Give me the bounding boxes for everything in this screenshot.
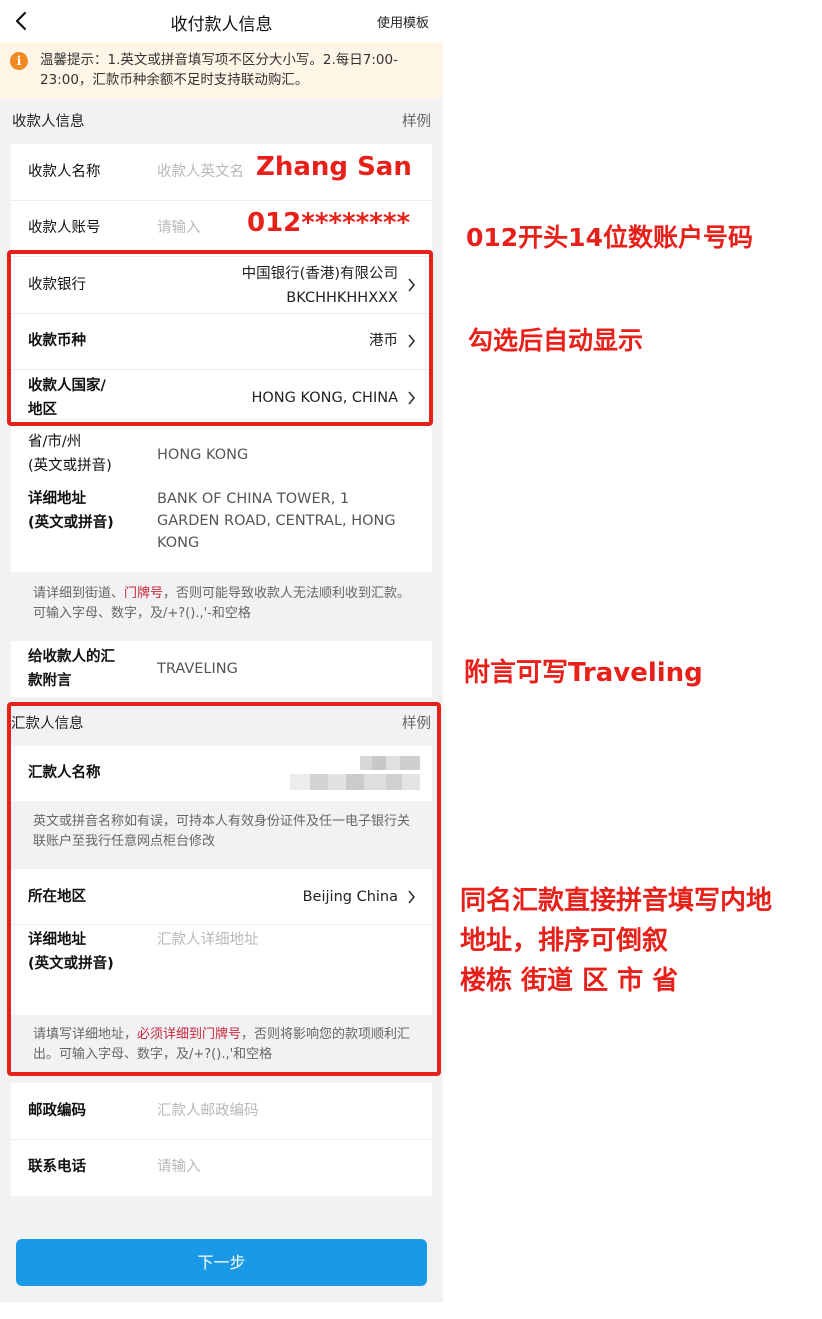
annotation-box-remitter bbox=[7, 702, 441, 1076]
hint-highlight: 门牌号 bbox=[124, 586, 164, 601]
postscript-value[interactable]: TRAVELING bbox=[157, 658, 238, 680]
postal-code-row[interactable]: 邮政编码 汇款人邮政编码 bbox=[11, 1083, 432, 1140]
payee-account-label: 收款人账号 bbox=[28, 220, 101, 236]
payee-example-link[interactable]: 样例 bbox=[402, 110, 431, 131]
hint-text: 请详细到街道、 bbox=[33, 586, 125, 601]
annotation-postscript-note: 附言可写Traveling bbox=[464, 658, 703, 688]
payee-address-line-3[interactable]: KONG bbox=[157, 532, 199, 554]
postscript-row[interactable]: 给收款人的汇 款附言 TRAVELING bbox=[11, 641, 432, 697]
phone-input[interactable]: 请输入 bbox=[157, 1155, 201, 1179]
notice-text: 温馨提示：1.英文或拼音填写项不区分大小写。2.每日7:00-23:00，汇款币… bbox=[40, 52, 398, 88]
phone-label: 联系电话 bbox=[28, 1159, 86, 1175]
payee-account-input[interactable]: 请输入 bbox=[157, 216, 201, 240]
postscript-label-2: 款附言 bbox=[28, 673, 72, 689]
payee-name-input[interactable]: 收款人英文名 bbox=[157, 160, 244, 184]
next-step-button[interactable]: 下一步 bbox=[16, 1239, 427, 1286]
payee-province-label-1: 省/市/州 bbox=[28, 434, 82, 450]
postscript-label-1: 给收款人的汇 bbox=[28, 649, 115, 665]
annotation-account-value: 012******** bbox=[247, 208, 411, 238]
payee-address-label-1: 详细地址 bbox=[28, 491, 86, 507]
use-template-button[interactable]: 使用模板 bbox=[377, 12, 429, 31]
annotation-auto-note: 勾选后自动显示 bbox=[468, 326, 644, 355]
payee-address-label-2: (英文或拼音) bbox=[28, 515, 114, 531]
payee-section-title: 收款人信息 bbox=[12, 114, 85, 130]
payee-address-line-1[interactable]: BANK OF CHINA TOWER, 1 bbox=[157, 488, 349, 510]
payee-section-header: 收款人信息 样例 bbox=[0, 98, 443, 142]
phone-row[interactable]: 联系电话 请输入 bbox=[11, 1140, 432, 1196]
annotation-name-value: Zhang San bbox=[256, 152, 412, 182]
payee-address-line-2[interactable]: GARDEN ROAD, CENTRAL, HONG bbox=[157, 510, 396, 532]
payee-province-row[interactable]: 省/市/州 (英文或拼音) HONG KONG bbox=[11, 428, 432, 486]
annotation-account-note: 012开头14位数账户号码 bbox=[466, 223, 753, 252]
contact-card: 邮政编码 汇款人邮政编码 联系电话 请输入 bbox=[11, 1083, 432, 1196]
info-icon: i bbox=[10, 52, 28, 70]
payee-province-label-2: (英文或拼音) bbox=[28, 458, 112, 474]
payee-address-hint: 请详细到街道、门牌号，否则可能导致收款人无法顺利收到汇款。可输入字母、数字，及/… bbox=[0, 584, 443, 624]
annotation-box-bank bbox=[7, 250, 433, 426]
annotation-address-note-1: 同名汇款直接拼音填写内地 bbox=[460, 886, 773, 916]
postal-code-input[interactable]: 汇款人邮政编码 bbox=[157, 1099, 259, 1123]
nav-bar: 收付款人信息 使用模板 bbox=[0, 0, 443, 42]
payee-province-value[interactable]: HONG KONG bbox=[157, 444, 248, 466]
notice-banner: i 温馨提示：1.英文或拼音填写项不区分大小写。2.每日7:00-23:00，汇… bbox=[0, 42, 443, 98]
postscript-card: 给收款人的汇 款附言 TRAVELING bbox=[11, 641, 432, 697]
annotation-address-note-3: 楼栋 街道 区 市 省 bbox=[460, 966, 679, 996]
payee-address-row[interactable]: 详细地址 (英文或拼音) BANK OF CHINA TOWER, 1 GARD… bbox=[11, 486, 432, 572]
payee-name-label: 收款人名称 bbox=[28, 164, 101, 180]
annotation-address-note-2: 地址，排序可倒叙 bbox=[460, 926, 669, 956]
phone-screen: 收付款人信息 使用模板 i 温馨提示：1.英文或拼音填写项不区分大小写。2.每日… bbox=[0, 0, 443, 1302]
postal-code-label: 邮政编码 bbox=[28, 1103, 86, 1119]
